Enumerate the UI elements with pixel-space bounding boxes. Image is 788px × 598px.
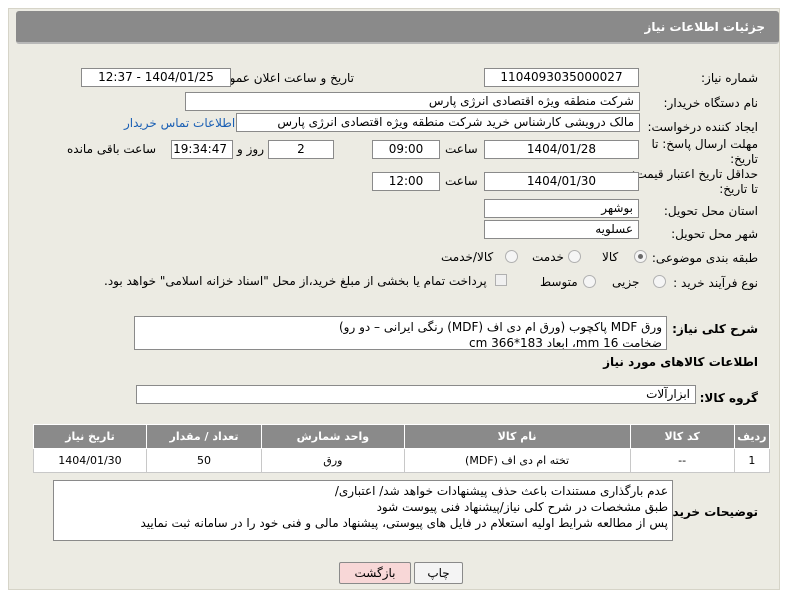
category-option-goods: کالا <box>602 250 619 264</box>
process-radio-medium[interactable] <box>583 275 596 288</box>
table-header-row: ردیف کد کالا نام کالا واحد شمارش تعداد /… <box>33 424 771 449</box>
col-code: کد کالا <box>629 424 735 449</box>
buyer-notes-textarea[interactable]: عدم بارگذاری مستندات باعث حذف پیشنهادات … <box>53 480 673 541</box>
category-radio-goods-service[interactable] <box>505 250 518 263</box>
validity-label: حداقل تاریخ اعتبار قیمت: تا تاریخ: <box>631 167 758 196</box>
days-label: روز و <box>237 142 264 156</box>
deadline-label: مهلت ارسال پاسخ: تا تاریخ: <box>651 137 758 166</box>
need-number-field: 1104093035000027 <box>484 68 639 87</box>
category-option-goods-service: کالا/خدمت <box>441 250 494 264</box>
col-name: نام کالا <box>403 424 631 449</box>
summary-line-2: ضخامت 16 mm، ابعاد 183*366 cm <box>468 336 662 350</box>
deadline-time-field: 09:00 <box>372 140 440 159</box>
back-button[interactable]: بازگشت <box>339 562 411 584</box>
cell-need-date: 1404/01/30 <box>33 448 147 473</box>
need-number-label: شماره نیاز: <box>701 71 758 85</box>
cell-quantity: 50 <box>145 448 263 473</box>
city-field: عسلویه <box>484 220 639 239</box>
process-radio-minor[interactable] <box>653 275 666 288</box>
city-label: شهر محل تحویل: <box>671 227 758 241</box>
col-unit: واحد شمارش <box>261 424 405 449</box>
summary-textarea[interactable]: ورق MDF پاکچوب (ورق ام دی اف (MDF) رنگی … <box>134 316 667 350</box>
goods-group-field: ابزارآلات <box>136 385 696 404</box>
cell-row: 1 <box>733 448 771 473</box>
validity-time-label: ساعت <box>445 174 478 188</box>
goods-section-title: اطلاعات کالاهای مورد نیاز <box>603 355 758 369</box>
category-label: طبقه بندی موضوعی: <box>651 251 758 265</box>
buyer-contact-link[interactable]: اطلاعات تماس خریدار <box>124 116 235 130</box>
process-option-medium: متوسط <box>540 275 578 289</box>
summary-label: شرح کلی نیاز: <box>672 322 758 336</box>
print-button[interactable]: چاپ <box>414 562 463 584</box>
col-quantity: تعداد / مقدار <box>145 424 263 449</box>
deadline-date-field: 1404/01/28 <box>484 140 639 159</box>
buyer-notes-line-3: پس از مطالعه شرایط اولیه استعلام در فایل… <box>140 516 668 530</box>
category-radio-service[interactable] <box>568 250 581 263</box>
category-radio-goods[interactable] <box>634 250 647 263</box>
cell-unit: ورق <box>261 448 405 473</box>
treasury-checkbox[interactable] <box>495 274 507 286</box>
category-option-service: خدمت <box>532 250 564 264</box>
buyer-notes-line-2: طبق مشخصات در شرح کلی نیاز/پیشنهاد فنی پ… <box>376 500 668 514</box>
province-label: استان محل تحویل: <box>663 204 758 218</box>
buyer-org-label: نام دستگاه خریدار: <box>663 96 759 110</box>
cell-code: -- <box>629 448 735 473</box>
province-field: بوشهر <box>484 199 639 218</box>
process-label: نوع فرآیند خرید : <box>673 276 758 290</box>
announce-date-field: 1404/01/25 - 12:37 <box>81 68 231 87</box>
goods-group-label: گروه کالا: <box>699 391 758 405</box>
col-need-date: تاریخ نیاز <box>33 424 147 449</box>
days-remaining-field: 2 <box>268 140 334 159</box>
remaining-time-label: ساعت باقی مانده <box>67 142 157 156</box>
remaining-time-field: 19:34:47 <box>171 140 233 159</box>
table-row: 1 -- تخته ام دی اف (MDF) ورق 50 1404/01/… <box>33 448 771 473</box>
requester-label: ایجاد کننده درخواست: <box>647 120 758 134</box>
validity-time-field: 12:00 <box>372 172 440 191</box>
col-row: ردیف <box>733 424 771 449</box>
cell-name: تخته ام دی اف (MDF) <box>403 448 631 473</box>
page-title: جزئیات اطلاعات نیاز <box>644 20 765 34</box>
validity-date-field: 1404/01/30 <box>484 172 639 191</box>
page-header: جزئیات اطلاعات نیاز <box>16 11 779 44</box>
buyer-org-field: شرکت منطقه ویژه اقتصادی انرژی پارس <box>185 92 640 111</box>
process-option-minor: جزیی <box>612 275 640 289</box>
summary-line-1: ورق MDF پاکچوب (ورق ام دی اف (MDF) رنگی … <box>339 320 662 334</box>
requester-field: مالک درویشی کارشناس خرید شرکت منطقه ویژه… <box>236 113 640 132</box>
goods-table: ردیف کد کالا نام کالا واحد شمارش تعداد /… <box>33 424 771 473</box>
deadline-time-label: ساعت <box>445 142 478 156</box>
buyer-notes-line-1: عدم بارگذاری مستندات باعث حذف پیشنهادات … <box>334 484 668 498</box>
treasury-note: پرداخت تمام یا بخشی از مبلغ خرید،از محل … <box>104 274 487 288</box>
